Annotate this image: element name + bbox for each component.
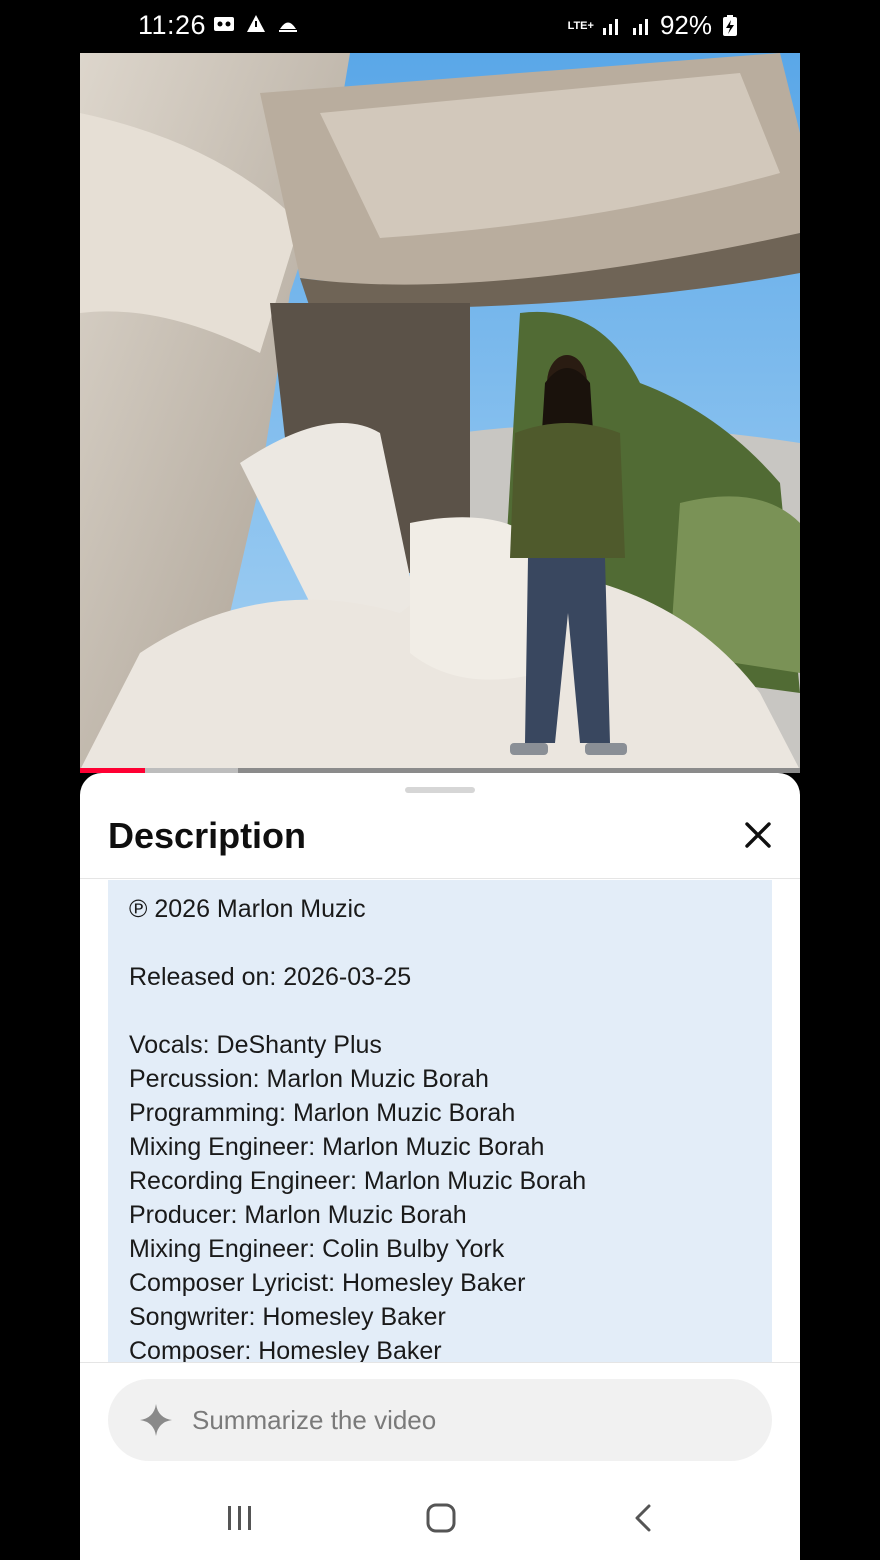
home-icon (426, 1503, 456, 1533)
system-navigation-bar (80, 1473, 800, 1560)
description-line: Composer Lyricist: Homesley Baker (129, 1269, 526, 1297)
home-button[interactable] (411, 1493, 471, 1543)
recent-apps-icon (228, 1506, 251, 1530)
description-line: Released on: 2026-03-25 (129, 963, 412, 991)
back-button[interactable] (613, 1493, 673, 1543)
status-bar: 11:26 LTE+ 92% (0, 0, 880, 52)
alert-icon (247, 15, 265, 32)
drag-handle[interactable] (405, 787, 475, 793)
divider (80, 878, 800, 879)
video-frame-image (80, 53, 800, 770)
network-type: LTE+ (567, 19, 594, 32)
signal-icon-2 (632, 18, 648, 35)
video-player[interactable] (80, 53, 800, 770)
sheet-title: Description (108, 815, 307, 856)
description-line: Mixing Engineer: Marlon Muzic Borah (129, 1133, 545, 1161)
battery-percent: 92% (659, 10, 712, 40)
system-icons: LTE+ 92% (568, 10, 742, 41)
summarize-video-button[interactable]: Summarize the video (108, 1379, 772, 1461)
close-button[interactable] (740, 817, 776, 853)
description-line: Mixing Engineer: Colin Bulby York (129, 1235, 505, 1263)
divider (80, 1362, 800, 1363)
description-lines: ℗ 2026 Marlon Muzic Released on: 2026-03-… (129, 892, 586, 1362)
weather-icon (279, 22, 297, 32)
description-line: Songwriter: Homesley Baker (129, 1303, 446, 1331)
summarize-label: Summarize the video (192, 1404, 437, 1435)
description-line: Vocals: DeShanty Plus (129, 1031, 382, 1059)
back-icon (635, 1504, 651, 1532)
voicemail-icon (214, 17, 234, 31)
status-time: 11:26 (138, 10, 207, 40)
notification-icons (212, 12, 300, 36)
description-text-panel[interactable]: ℗ 2026 Marlon Muzic Released on: 2026-03-… (108, 880, 772, 1362)
signal-icon (602, 18, 618, 35)
battery-charging-icon (723, 14, 737, 36)
description-line: Composer: Homesley Baker (129, 1337, 442, 1362)
description-line: ℗ 2026 Marlon Muzic (129, 895, 366, 923)
description-line: Recording Engineer: Marlon Muzic Borah (129, 1167, 587, 1195)
sparkle-icon (140, 1404, 172, 1436)
description-line: Percussion: Marlon Muzic Borah (129, 1065, 489, 1093)
description-sheet: Description ℗ 2026 Marlon Muzic Released … (80, 773, 800, 1560)
recent-apps-button[interactable] (210, 1493, 270, 1543)
close-icon (745, 822, 771, 848)
description-line: Programming: Marlon Muzic Borah (129, 1099, 516, 1127)
description-line: Producer: Marlon Muzic Borah (129, 1201, 467, 1229)
